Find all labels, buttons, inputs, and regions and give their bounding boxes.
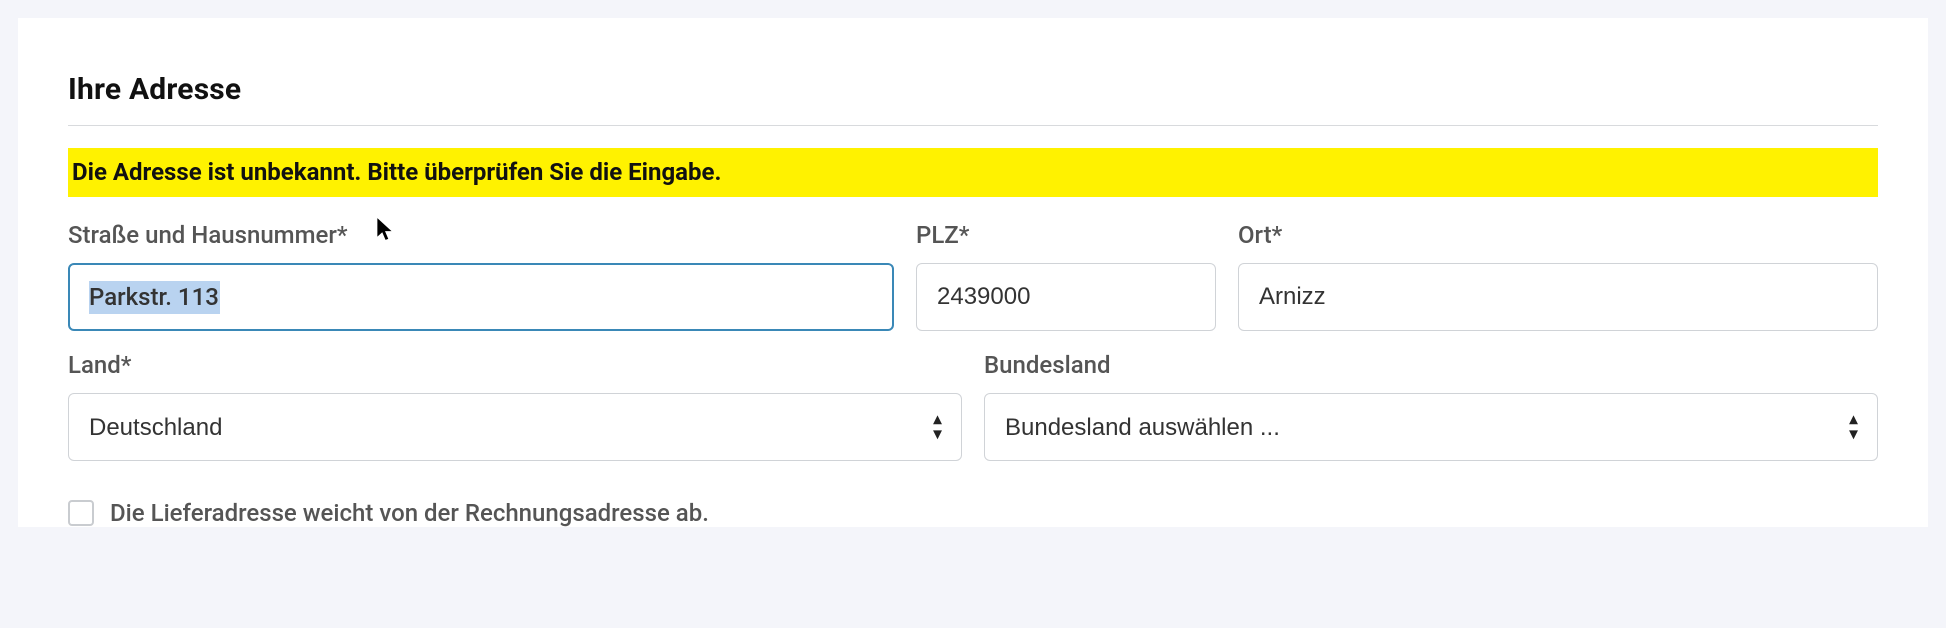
- address-row-1: Straße und Hausnummer* Parkstr. 113 PLZ*…: [68, 221, 1878, 331]
- address-unknown-alert: Die Adresse ist unbekannt. Bitte überprü…: [68, 148, 1878, 197]
- ort-field: Ort*: [1238, 221, 1878, 331]
- street-label: Straße und Hausnummer*: [68, 221, 894, 249]
- land-field: Land* Deutschland: [68, 351, 962, 461]
- section-title: Ihre Adresse: [68, 72, 1878, 107]
- street-input-selection: Parkstr. 113: [89, 281, 220, 314]
- land-select[interactable]: Deutschland: [68, 393, 962, 461]
- shipping-differs-row: Die Lieferadresse weicht von der Rechnun…: [68, 499, 1878, 527]
- plz-field: PLZ*: [916, 221, 1216, 331]
- land-label: Land*: [68, 351, 962, 379]
- shipping-differs-label: Die Lieferadresse weicht von der Rechnun…: [110, 499, 709, 527]
- divider: [68, 125, 1878, 126]
- address-card: Ihre Adresse Die Adresse ist unbekannt. …: [18, 18, 1928, 527]
- ort-input[interactable]: [1238, 263, 1878, 331]
- bundesland-field: Bundesland Bundesland auswählen ...: [984, 351, 1878, 461]
- bundesland-select[interactable]: Bundesland auswählen ...: [984, 393, 1878, 461]
- address-row-2: Land* Deutschland Bundesland Bundesland …: [68, 351, 1878, 461]
- shipping-differs-checkbox[interactable]: [68, 500, 94, 526]
- street-input[interactable]: Parkstr. 113: [68, 263, 894, 331]
- street-field: Straße und Hausnummer* Parkstr. 113: [68, 221, 894, 331]
- bundesland-label: Bundesland: [984, 351, 1878, 379]
- ort-label: Ort*: [1238, 221, 1878, 249]
- plz-input[interactable]: [916, 263, 1216, 331]
- plz-label: PLZ*: [916, 221, 1216, 249]
